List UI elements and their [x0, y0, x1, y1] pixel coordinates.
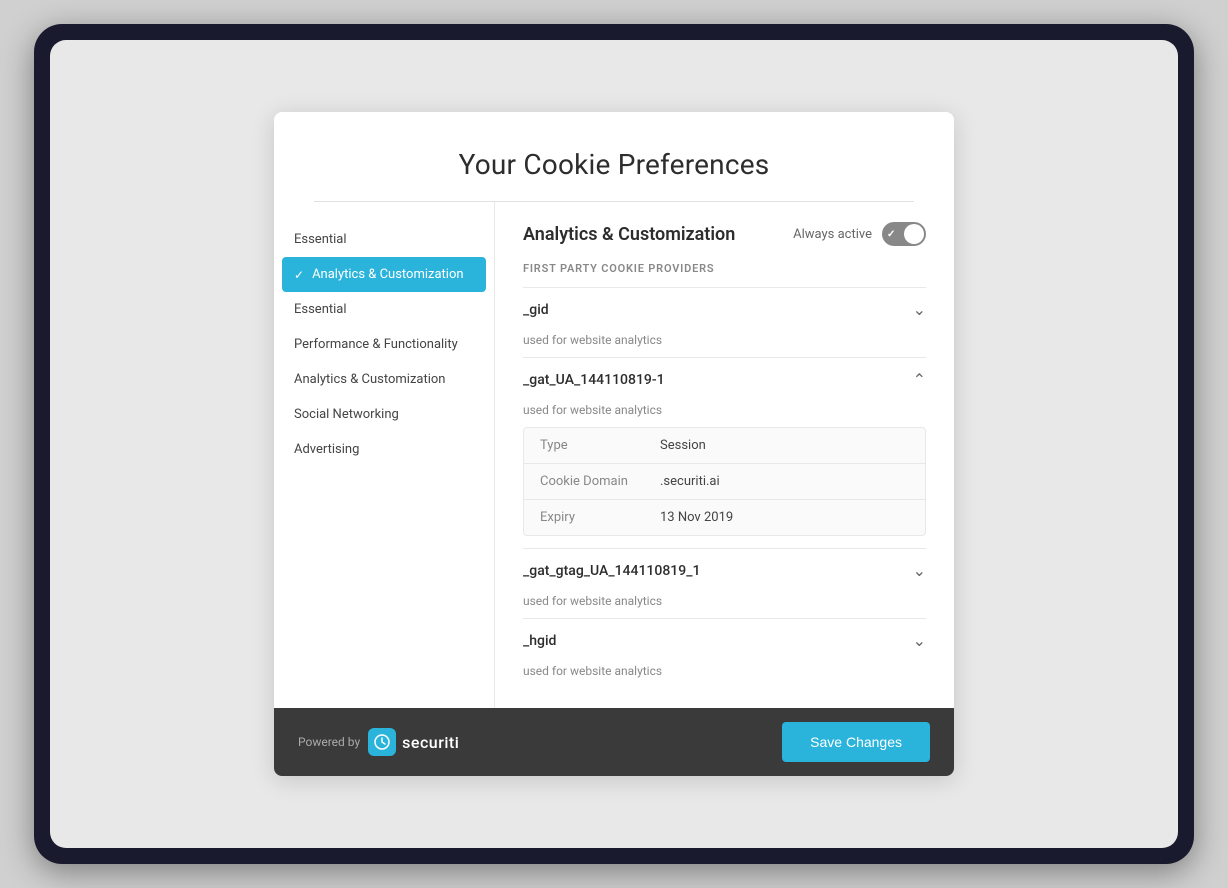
toggle-switch[interactable]: ✓ — [882, 222, 926, 246]
cookie-item-header-gid[interactable]: _gid ⌄ — [523, 288, 926, 331]
cookie-preferences-modal: Your Cookie Preferences Essential ✓ Anal… — [274, 112, 954, 776]
cookie-desc-gat-ua: used for website analytics — [523, 403, 926, 427]
sidebar-item-analytics[interactable]: Analytics & Customization — [274, 362, 494, 397]
modal-title: Your Cookie Preferences — [314, 148, 914, 181]
cookie-name-gat-ua: _gat_UA_144110819-1 — [523, 372, 665, 388]
chevron-down-icon-gid: ⌄ — [913, 300, 926, 319]
detail-row-expiry: Expiry 13 Nov 2019 — [524, 500, 925, 535]
chevron-down-icon-gat-gtag: ⌄ — [913, 561, 926, 580]
cookie-item-gid: _gid ⌄ used for website analytics — [523, 287, 926, 357]
cookie-desc-gid: used for website analytics — [523, 333, 926, 357]
sidebar-item-advertising[interactable]: Advertising — [274, 432, 494, 467]
sidebar-item-performance[interactable]: Performance & Functionality — [274, 327, 494, 362]
sidebar-item-label: Advertising — [294, 442, 359, 457]
cookie-item-header-gat-ua[interactable]: _gat_UA_144110819-1 ⌃ — [523, 358, 926, 401]
detail-label-type: Type — [540, 438, 660, 453]
cookie-item-header-gat-gtag[interactable]: _gat_gtag_UA_144110819_1 ⌄ — [523, 549, 926, 592]
toggle-knob — [904, 224, 924, 244]
content-title: Analytics & Customization — [523, 224, 735, 245]
detail-row-type: Type Session — [524, 428, 925, 464]
section-label: FIRST PARTY COOKIE PROVIDERS — [523, 262, 926, 275]
powered-by-label: Powered by — [298, 735, 360, 749]
sidebar-item-social[interactable]: Social Networking — [274, 397, 494, 432]
detail-value-domain: .securiti.ai — [660, 474, 720, 489]
cookie-item-gat-ua: _gat_UA_144110819-1 ⌃ used for website a… — [523, 357, 926, 536]
cookie-name-hgid: _hgid — [523, 633, 556, 649]
modal-header: Your Cookie Preferences — [274, 112, 954, 201]
save-changes-button[interactable]: Save Changes — [782, 722, 930, 762]
cookie-name-gid: _gid — [523, 302, 549, 318]
detail-row-domain: Cookie Domain .securiti.ai — [524, 464, 925, 500]
sidebar-item-label: Social Networking — [294, 407, 399, 422]
chevron-up-icon-gat-ua: ⌃ — [913, 370, 926, 389]
powered-by: Powered by securiti — [298, 728, 459, 756]
sidebar-item-essential-top[interactable]: Essential — [274, 222, 494, 257]
cookie-item-header-hgid[interactable]: _hgid ⌄ — [523, 619, 926, 662]
content-panel: Analytics & Customization Always active … — [494, 202, 954, 708]
modal-body: Essential ✓ Analytics & Customization Es… — [274, 202, 954, 708]
securiti-icon — [368, 728, 396, 756]
chevron-down-icon-hgid: ⌄ — [913, 631, 926, 650]
sidebar-item-label: Analytics & Customization — [294, 372, 445, 387]
cookie-details-gat-ua: Type Session Cookie Domain .securiti.ai … — [523, 427, 926, 536]
detail-label-domain: Cookie Domain — [540, 474, 660, 489]
always-active-label: Always active — [793, 227, 872, 242]
detail-value-type: Session — [660, 438, 706, 453]
sidebar-item-label: Essential — [294, 232, 347, 247]
sidebar-item-active-label: Analytics & Customization — [312, 267, 463, 282]
cookie-desc-gat-gtag: used for website analytics — [523, 594, 926, 618]
cookie-desc-hgid: used for website analytics — [523, 664, 926, 688]
toggle-check-icon: ✓ — [887, 229, 895, 240]
sidebar-item-label: Essential — [294, 302, 347, 317]
sidebar-item-analytics-active[interactable]: ✓ Analytics & Customization — [282, 257, 486, 292]
sidebar-item-essential[interactable]: Essential — [274, 292, 494, 327]
sidebar: Essential ✓ Analytics & Customization Es… — [274, 202, 494, 708]
content-header: Analytics & Customization Always active … — [523, 222, 926, 246]
always-active-area: Always active ✓ — [793, 222, 926, 246]
check-icon: ✓ — [294, 268, 304, 282]
cookie-item-gat-gtag: _gat_gtag_UA_144110819_1 ⌄ used for webs… — [523, 548, 926, 618]
detail-value-expiry: 13 Nov 2019 — [660, 510, 733, 525]
cookie-name-gat-gtag: _gat_gtag_UA_144110819_1 — [523, 563, 700, 579]
device-screen: Your Cookie Preferences Essential ✓ Anal… — [50, 40, 1178, 848]
detail-label-expiry: Expiry — [540, 510, 660, 525]
modal-footer: Powered by securiti Save Changes — [274, 708, 954, 776]
sidebar-item-label: Performance & Functionality — [294, 337, 458, 352]
cookie-item-hgid: _hgid ⌄ used for website analytics — [523, 618, 926, 688]
device-frame: Your Cookie Preferences Essential ✓ Anal… — [34, 24, 1194, 864]
securiti-brand-name: securiti — [402, 733, 459, 752]
securiti-logo: securiti — [368, 728, 459, 756]
